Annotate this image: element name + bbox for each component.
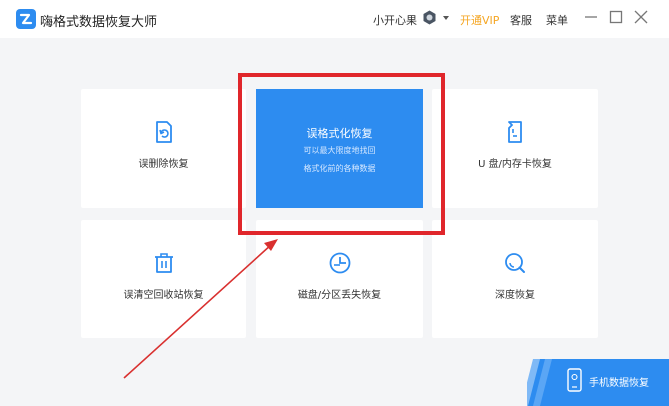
app-logo-icon — [16, 9, 36, 29]
recycle-bin-recovery-label: 误清空回收站恢复 — [123, 290, 204, 301]
minimize-icon[interactable] — [582, 8, 600, 26]
title-bar: 嗨格式数据恢复大师 小开心果 开通VIP 客服 菜单 — [0, 0, 669, 38]
pie-chart-icon — [329, 252, 350, 274]
usb-card-recovery-label: U 盘/内存卡恢复 — [478, 159, 552, 170]
deep-recovery-card[interactable]: 深度恢复 — [432, 220, 598, 338]
open-vip-link[interactable]: 开通VIP — [460, 12, 499, 28]
usb-card-recovery-card[interactable]: U 盘/内存卡恢复 — [432, 89, 598, 208]
user-avatar-icon[interactable] — [422, 10, 437, 25]
trash-icon — [154, 253, 173, 273]
recycle-bin-recovery-card[interactable]: 误清空回收站恢复 — [81, 220, 246, 338]
menu-link[interactable]: 菜单 — [546, 12, 568, 28]
annotation-highlight-box — [238, 73, 445, 235]
sd-card-icon — [508, 121, 522, 143]
maximize-icon[interactable] — [607, 8, 625, 26]
customer-service-link[interactable]: 客服 — [510, 12, 532, 28]
close-icon[interactable] — [632, 8, 650, 26]
mobile-recovery-label[interactable]: 手机数据恢复 — [589, 374, 649, 389]
deep-recovery-label: 深度恢复 — [495, 290, 535, 301]
deleted-recovery-card[interactable]: 误删除恢复 — [81, 89, 246, 208]
user-name[interactable]: 小开心果 — [373, 12, 417, 28]
app-title: 嗨格式数据恢复大师 — [40, 15, 158, 30]
partition-recovery-label: 磁盘/分区丢失恢复 — [297, 290, 382, 301]
magnifier-icon — [505, 253, 525, 273]
file-restore-icon — [155, 121, 172, 143]
user-dropdown-caret-icon[interactable] — [443, 16, 449, 20]
partition-recovery-card[interactable]: 磁盘/分区丢失恢复 — [256, 220, 423, 338]
deleted-recovery-label: 误删除恢复 — [138, 159, 189, 170]
